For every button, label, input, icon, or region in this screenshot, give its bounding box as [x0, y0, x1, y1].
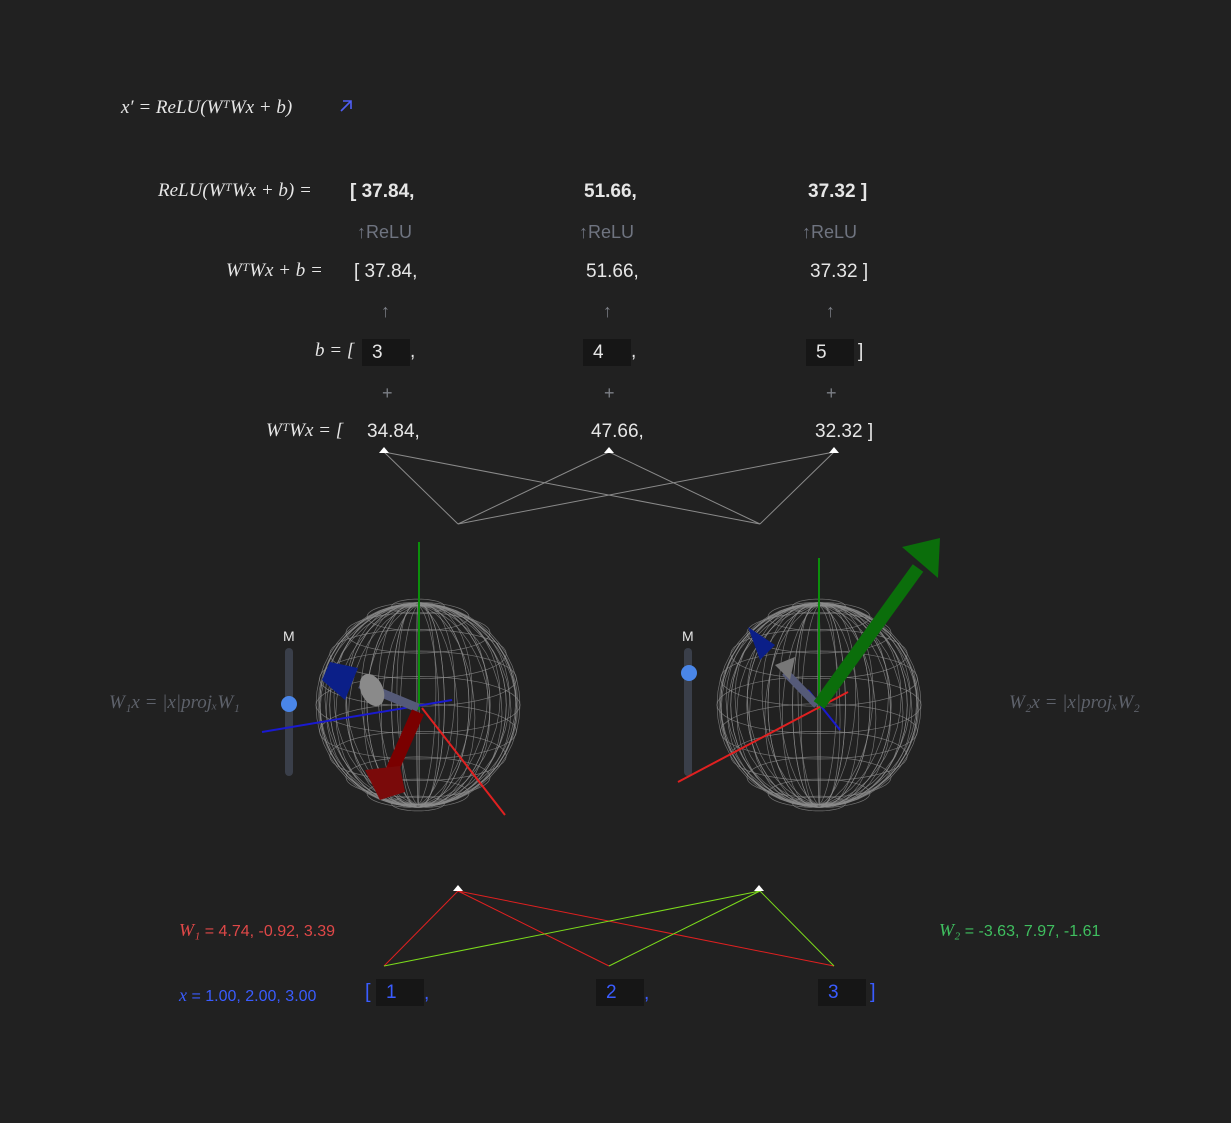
- x-input-1[interactable]: 1: [376, 979, 424, 1006]
- w1-symbol: W₁: [179, 920, 201, 940]
- x-sep-2: ,: [644, 983, 650, 1004]
- x-values: = 1.00, 2.00, 3.00: [191, 988, 317, 1005]
- x-input-3[interactable]: 3: [818, 979, 866, 1006]
- w1-label: W₁ = 4.74, -0.92, 3.39: [179, 920, 335, 941]
- x-sep-1: ,: [424, 983, 430, 1004]
- w1-values: = 4.74, -0.92, 3.39: [204, 923, 336, 940]
- x-close-bracket: ]: [870, 981, 876, 1003]
- w2-values: = -3.63, 7.97, -1.61: [964, 923, 1101, 940]
- w2-label: W₂ = -3.63, 7.97, -1.61: [939, 920, 1100, 941]
- x-open-bracket: [: [365, 981, 371, 1003]
- x-symbol: x: [179, 985, 187, 1005]
- w2-symbol: W₂: [939, 920, 961, 940]
- bottom-connection-lines: [383, 885, 835, 967]
- x-label: x = 1.00, 2.00, 3.00: [179, 985, 316, 1006]
- x-input-2[interactable]: 2: [596, 979, 644, 1006]
